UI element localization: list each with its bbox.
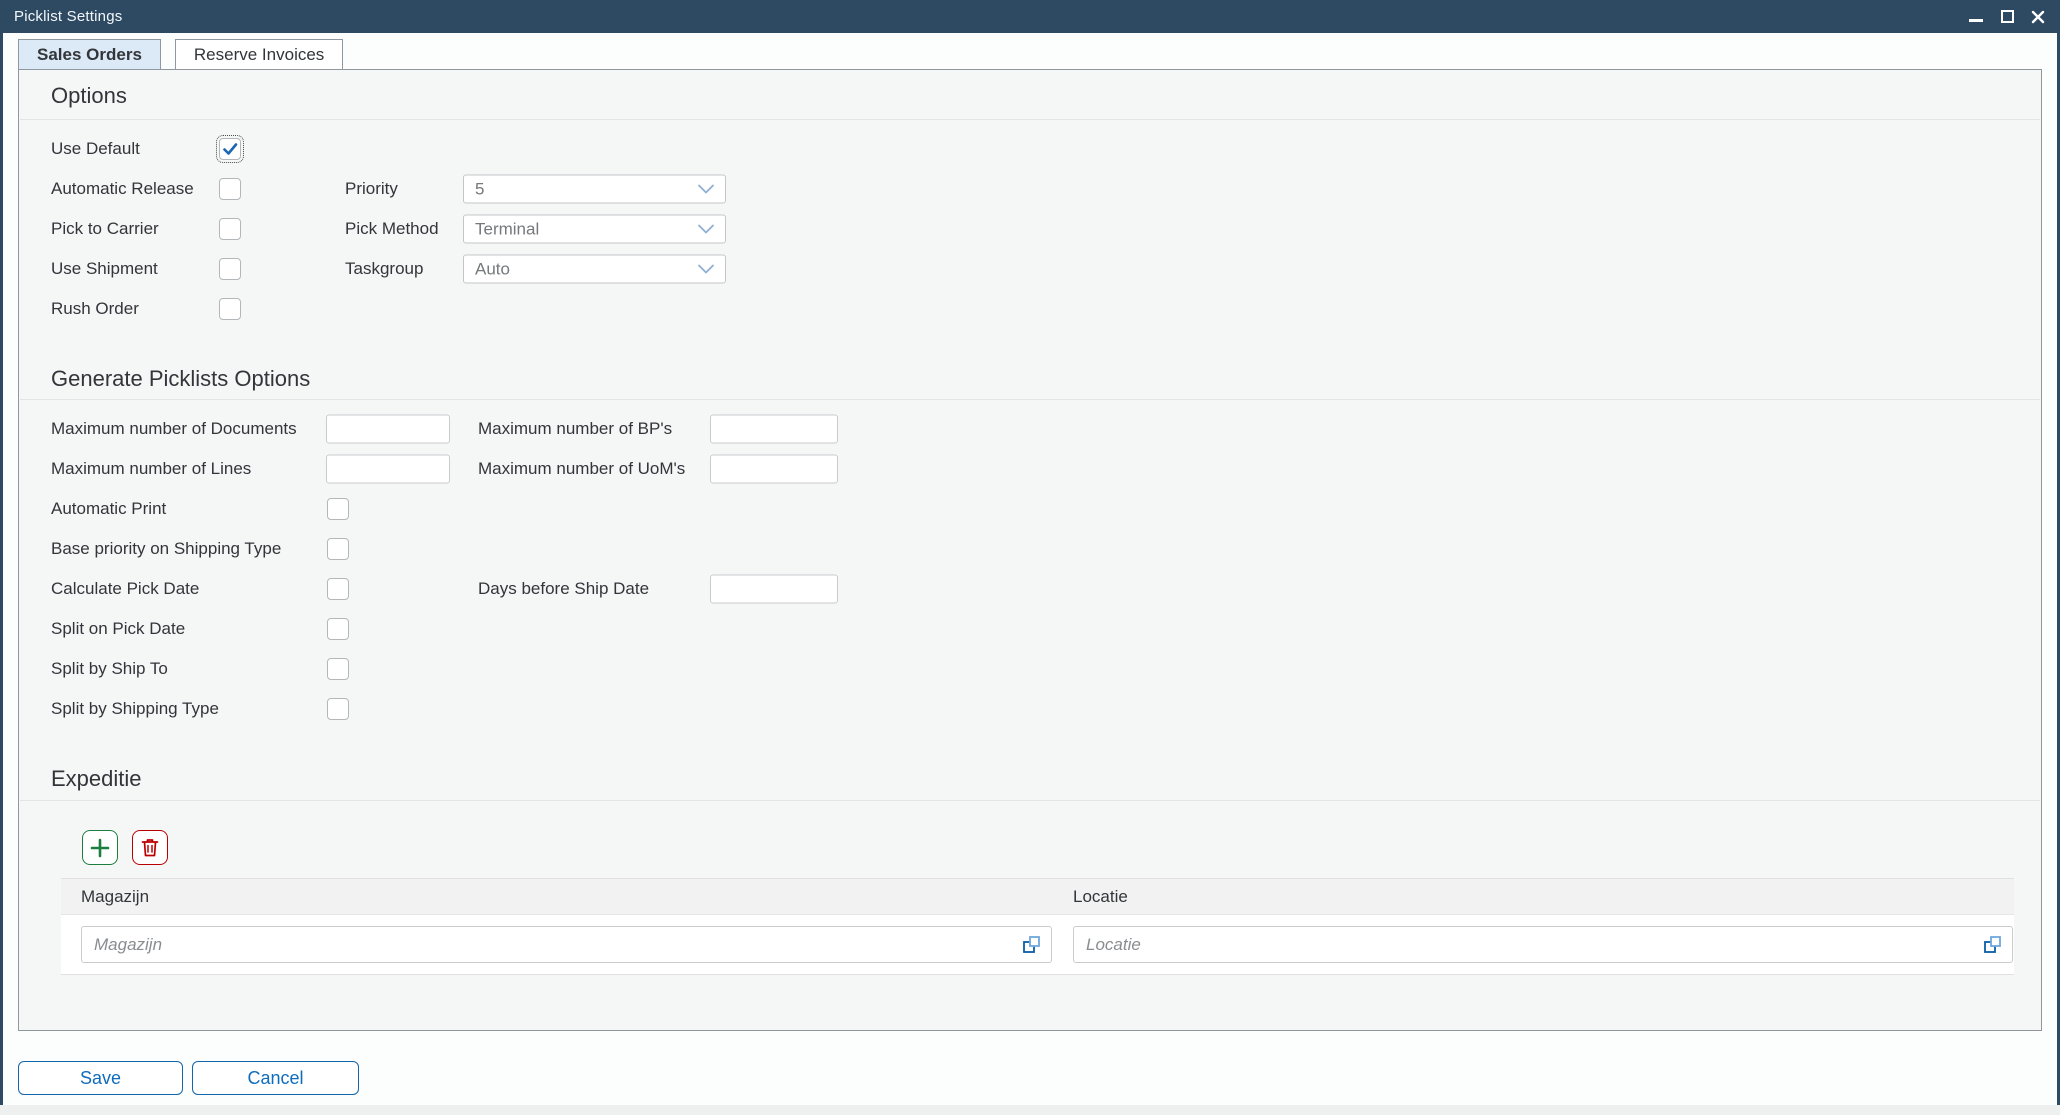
taskgroup-dropdown[interactable]: Auto: [463, 255, 726, 284]
calculate-pick-date-row: Calculate Pick Date Days before Ship Dat…: [19, 569, 2041, 609]
split-by-ship-to-label: Split by Ship To: [51, 659, 168, 679]
save-button[interactable]: Save: [18, 1061, 183, 1095]
locatie-input[interactable]: [1074, 927, 1981, 962]
pick-to-carrier-row: Pick to Carrier Pick Method Terminal: [19, 209, 2041, 249]
split-by-ship-to-row: Split by Ship To: [19, 649, 2041, 689]
expeditie-table: Magazijn Locatie: [61, 878, 2014, 975]
pick-to-carrier-checkbox[interactable]: [219, 218, 241, 240]
use-default-label: Use Default: [51, 139, 140, 159]
expeditie-section-title: Expeditie: [51, 766, 142, 792]
value-help-icon[interactable]: [1020, 934, 1042, 956]
cancel-button[interactable]: Cancel: [192, 1061, 359, 1095]
chevron-down-icon: [698, 225, 714, 234]
split-by-shipping-type-checkbox[interactable]: [327, 698, 349, 720]
picklist-settings-dialog: Picklist Settings Sales Orders Reserve I…: [0, 0, 2060, 1115]
generate-section-title: Generate Picklists Options: [51, 366, 310, 392]
rush-order-label: Rush Order: [51, 299, 139, 319]
max-bps-label: Maximum number of BP's: [478, 419, 672, 439]
days-before-ship-date-input[interactable]: [710, 575, 838, 604]
split-by-ship-to-checkbox[interactable]: [327, 658, 349, 680]
split-by-shipping-type-row: Split by Shipping Type: [19, 689, 2041, 729]
priority-dropdown[interactable]: 5: [463, 175, 726, 204]
options-section-title: Options: [51, 83, 127, 109]
section-divider: [20, 800, 2040, 801]
max-uoms-input[interactable]: [710, 455, 838, 484]
tab-reserve-invoices[interactable]: Reserve Invoices: [175, 39, 343, 69]
max-documents-input[interactable]: [326, 415, 450, 444]
section-divider: [20, 119, 2040, 120]
max-lines-row: Maximum number of Lines Maximum number o…: [19, 449, 2041, 489]
use-shipment-row: Use Shipment Taskgroup Auto: [19, 249, 2041, 289]
plus-icon: [90, 838, 110, 858]
rush-order-row: Rush Order: [19, 289, 2041, 329]
use-default-row: Use Default: [19, 129, 2041, 169]
value-help-icon[interactable]: [1981, 934, 2003, 956]
magazijn-field[interactable]: [81, 926, 1052, 963]
maximize-icon[interactable]: [1999, 9, 2015, 25]
pick-method-label: Pick Method: [345, 219, 439, 239]
taskgroup-value: Auto: [475, 259, 698, 279]
automatic-release-row: Automatic Release Priority 5: [19, 169, 2041, 209]
chevron-down-icon: [698, 185, 714, 194]
minimize-icon[interactable]: [1968, 9, 1984, 25]
taskgroup-label: Taskgroup: [345, 259, 423, 279]
pick-to-carrier-label: Pick to Carrier: [51, 219, 159, 239]
calculate-pick-date-checkbox[interactable]: [327, 578, 349, 600]
chevron-down-icon: [698, 265, 714, 274]
window-controls: [1968, 0, 2046, 33]
sales-orders-panel: Options Use Default Automatic Release Pr…: [18, 69, 2042, 1031]
max-documents-row: Maximum number of Documents Maximum numb…: [19, 409, 2041, 449]
automatic-print-label: Automatic Print: [51, 499, 166, 519]
window-title: Picklist Settings: [14, 8, 122, 25]
use-shipment-checkbox[interactable]: [219, 258, 241, 280]
locatie-field[interactable]: [1073, 926, 2013, 963]
delete-row-button[interactable]: [132, 830, 168, 865]
titlebar: Picklist Settings: [0, 0, 2060, 33]
max-uoms-label: Maximum number of UoM's: [478, 459, 685, 479]
max-bps-input[interactable]: [710, 415, 838, 444]
base-priority-row: Base priority on Shipping Type: [19, 529, 2041, 569]
column-header-magazijn: Magazijn: [81, 887, 149, 907]
add-row-button[interactable]: [82, 830, 118, 865]
trash-icon: [141, 838, 159, 857]
use-shipment-label: Use Shipment: [51, 259, 158, 279]
tab-bar: Sales Orders Reserve Invoices: [18, 39, 343, 69]
automatic-print-row: Automatic Print: [19, 489, 2041, 529]
base-priority-checkbox[interactable]: [327, 538, 349, 560]
dialog-content: Sales Orders Reserve Invoices Options Us…: [3, 33, 2057, 1105]
calculate-pick-date-label: Calculate Pick Date: [51, 579, 199, 599]
pick-method-value: Terminal: [475, 219, 698, 239]
max-lines-input[interactable]: [326, 455, 450, 484]
rush-order-checkbox[interactable]: [219, 298, 241, 320]
window-bottom-strip: [0, 1105, 2060, 1115]
split-on-pick-date-row: Split on Pick Date: [19, 609, 2041, 649]
column-header-locatie: Locatie: [1073, 887, 1128, 907]
max-lines-label: Maximum number of Lines: [51, 459, 251, 479]
split-on-pick-date-checkbox[interactable]: [327, 618, 349, 640]
days-before-ship-date-label: Days before Ship Date: [478, 579, 649, 599]
split-on-pick-date-label: Split on Pick Date: [51, 619, 185, 639]
automatic-release-checkbox[interactable]: [219, 178, 241, 200]
table-row: [61, 915, 2014, 974]
close-icon[interactable]: [2030, 9, 2046, 25]
max-documents-label: Maximum number of Documents: [51, 419, 297, 439]
section-divider: [20, 399, 2040, 400]
base-priority-label: Base priority on Shipping Type: [51, 539, 281, 559]
automatic-print-checkbox[interactable]: [327, 498, 349, 520]
priority-value: 5: [475, 179, 698, 199]
split-by-shipping-type-label: Split by Shipping Type: [51, 699, 219, 719]
automatic-release-label: Automatic Release: [51, 179, 194, 199]
magazijn-input[interactable]: [82, 927, 1020, 962]
priority-label: Priority: [345, 179, 398, 199]
tab-sales-orders[interactable]: Sales Orders: [18, 39, 161, 69]
expeditie-table-header: Magazijn Locatie: [61, 879, 2014, 915]
use-default-checkbox[interactable]: [219, 138, 241, 160]
pick-method-dropdown[interactable]: Terminal: [463, 215, 726, 244]
